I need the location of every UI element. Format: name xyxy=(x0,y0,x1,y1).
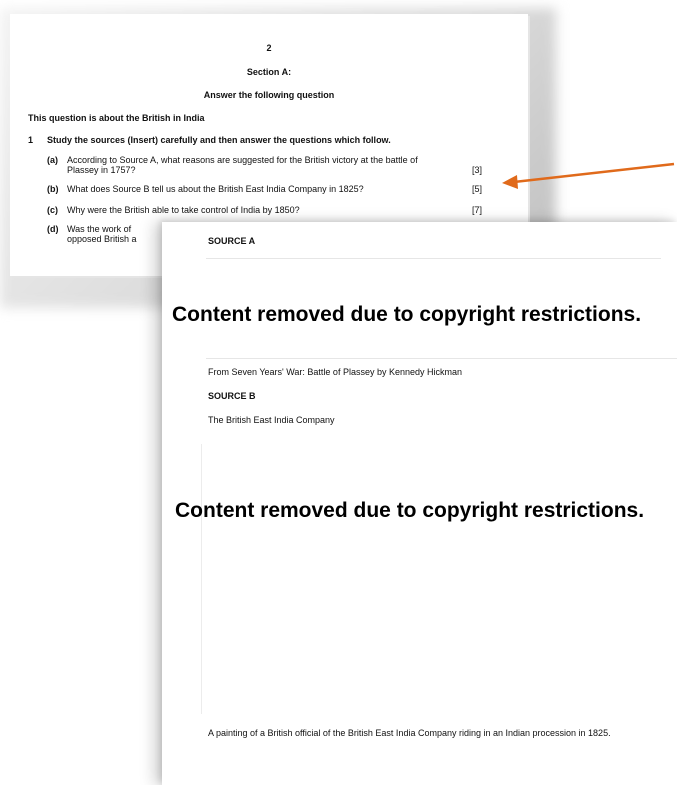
question-stem: Study the sources (Insert) carefully and… xyxy=(47,135,391,145)
part-text: What does Source B tell us about the Bri… xyxy=(67,184,364,194)
topic-line: This question is about the British in In… xyxy=(28,113,205,123)
source-a-caption: From Seven Years' War: Battle of Plassey… xyxy=(208,367,462,377)
part-label: (c) xyxy=(47,205,58,215)
divider xyxy=(206,358,677,359)
question-number: 1 xyxy=(28,135,34,145)
part-text: Plassey in 1757? xyxy=(67,165,136,175)
arrow-icon xyxy=(502,162,675,189)
source-a-heading: SOURCE A xyxy=(208,236,256,246)
part-label: (a) xyxy=(47,155,58,165)
part-text: Why were the British able to take contro… xyxy=(67,205,300,215)
section-heading: Section A: xyxy=(246,67,292,77)
copyright-notice-2: Content removed due to copyright restric… xyxy=(175,499,645,522)
instruction: Answer the following question xyxy=(203,90,335,100)
part-label: (b) xyxy=(47,184,59,194)
part-label: (d) xyxy=(47,224,59,234)
source-b-title: The British East India Company xyxy=(208,415,335,425)
part-text: opposed British a xyxy=(67,234,137,244)
marks: [3] xyxy=(472,165,483,175)
copyright-notice-1: Content removed due to copyright restric… xyxy=(172,303,642,326)
marks: [7] xyxy=(472,205,483,215)
divider xyxy=(206,258,661,259)
source-b-heading: SOURCE B xyxy=(208,391,256,401)
source-b-caption: A painting of a British official of the … xyxy=(208,728,611,738)
page-number: 2 xyxy=(266,43,272,53)
image-frame-edge xyxy=(201,444,202,714)
marks: [5] xyxy=(472,184,483,194)
